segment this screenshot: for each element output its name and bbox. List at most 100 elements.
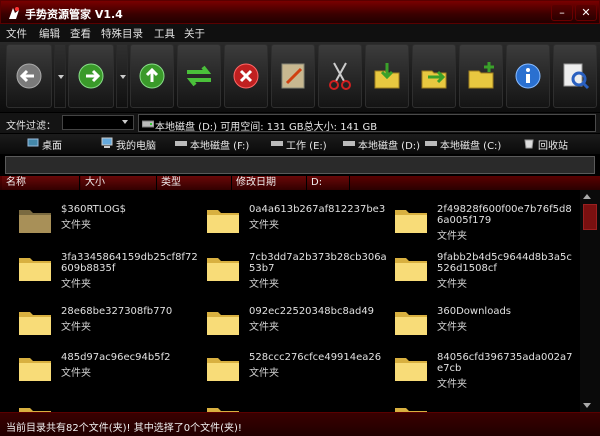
drive-icon (425, 141, 437, 146)
window-title: 手势资源管家 V1.4 (25, 8, 123, 21)
column-type[interactable]: 类型 (157, 176, 232, 190)
list-item[interactable] (206, 398, 386, 412)
forward-arrow-icon (78, 63, 104, 89)
column-modified-date[interactable]: 修改日期 (232, 176, 307, 190)
list-item[interactable] (394, 398, 574, 412)
up-button[interactable] (130, 44, 174, 108)
location-drive-d[interactable]: 本地磁盘 (D:) (343, 137, 420, 152)
location-drive-c[interactable]: 本地磁盘 (C:) (425, 137, 502, 152)
drive-icon (271, 141, 283, 146)
location-recycle-bin[interactable]: 回收站 (524, 137, 568, 152)
list-item[interactable]: 360Downloads 文件夹 (394, 302, 574, 346)
file-name: 84056cfd396735ada002a7e7cb (437, 352, 573, 374)
list-item[interactable]: 528ccc276cfce49914ea26 文件夹 (206, 348, 386, 392)
list-item[interactable] (18, 398, 198, 412)
file-type: 文件夹 (249, 368, 279, 379)
delete-icon (233, 63, 259, 89)
move-to-folder-icon (421, 70, 447, 89)
cut-button[interactable] (318, 44, 362, 108)
list-item[interactable]: 2f49828f600f00e7b76f5d86a005f179 文件夹 (394, 200, 574, 244)
delete-button[interactable] (224, 44, 268, 108)
info-button[interactable] (506, 44, 550, 108)
folder-icon (207, 312, 239, 335)
file-name: $360RTLOG$ (61, 204, 126, 215)
location-label: 工作 (E:) (286, 141, 327, 152)
menu-view[interactable]: 查看 (70, 26, 91, 41)
list-item[interactable]: 0a4a613b267af812237be3 文件夹 (206, 200, 386, 244)
file-name: 3fa3345864159db25cf8f72609b8835f (61, 252, 198, 274)
file-type: 文件夹 (437, 231, 467, 242)
move-to-button[interactable] (412, 44, 456, 108)
filter-dropdown-arrow-icon[interactable] (122, 120, 128, 124)
file-type: 文件夹 (61, 220, 91, 231)
menu-about[interactable]: 关于 (184, 26, 205, 41)
location-label: 本地磁盘 (C:) (440, 141, 502, 152)
folder-icon (395, 258, 427, 281)
list-item[interactable]: 84056cfd396735ada002a7e7cb 文件夹 (394, 348, 574, 392)
column-size[interactable]: 大小 (81, 176, 157, 190)
minimize-button[interactable]: – (551, 4, 573, 21)
scroll-up-icon[interactable] (583, 194, 591, 199)
file-name: 528ccc276cfce49914ea26 (249, 352, 382, 363)
address-bar[interactable] (5, 156, 595, 174)
list-item[interactable]: 28e68be327308fb770 文件夹 (18, 302, 198, 346)
folder-icon (19, 258, 51, 281)
vertical-scrollbar[interactable] (580, 190, 600, 412)
rename-button[interactable] (271, 44, 315, 108)
computer-icon (101, 137, 113, 148)
drive-icon (142, 120, 154, 128)
file-name: 2f49828f600f00e7b76f5d86a005f179 (437, 204, 572, 226)
column-drive[interactable]: D: (307, 176, 350, 190)
menu-bar: 文件 编辑 查看 特殊目录 工具 关于 (0, 24, 600, 42)
drive-info-box: 本地磁盘 (D:) 可用空间: 131 GB总大小: 141 GB (138, 114, 596, 133)
menu-edit[interactable]: 编辑 (39, 26, 60, 41)
list-item[interactable]: 7cb3dd7a2b373b28cb306a53b7 文件夹 (206, 248, 387, 292)
rename-icon (281, 63, 305, 89)
quick-locations-bar: 桌面 我的电脑 本地磁盘 (F:) 工作 (E:) 本地磁盘 (D:) 本地磁盘… (0, 134, 600, 154)
file-name: 360Downloads (437, 306, 512, 317)
scroll-thumb[interactable] (583, 204, 597, 230)
folder-icon (207, 210, 239, 233)
forward-history-dropdown[interactable] (116, 44, 128, 108)
refresh-button[interactable] (177, 44, 221, 108)
search-button[interactable] (553, 44, 597, 108)
location-drive-e[interactable]: 工作 (E:) (271, 137, 327, 152)
new-folder-button[interactable] (459, 44, 503, 108)
location-desktop[interactable]: 桌面 (27, 137, 62, 152)
back-history-dropdown[interactable] (54, 44, 66, 108)
location-my-computer[interactable]: 我的电脑 (101, 137, 156, 152)
menu-special-dirs[interactable]: 特殊目录 (101, 26, 143, 41)
close-button[interactable]: ✕ (575, 4, 597, 21)
list-item[interactable]: 3fa3345864159db25cf8f72609b8835f 文件夹 (18, 248, 198, 292)
recycle-bin-icon (524, 139, 534, 149)
scroll-down-icon[interactable] (583, 403, 591, 408)
list-item[interactable]: $360RTLOG$ 文件夹 (18, 200, 198, 244)
location-drive-f[interactable]: 本地磁盘 (F:) (175, 137, 250, 152)
up-arrow-icon (139, 63, 165, 89)
back-button[interactable] (6, 44, 52, 108)
location-label: 本地磁盘 (F:) (190, 141, 250, 152)
list-item[interactable]: 485d97ac96ec94b5f2 文件夹 (18, 348, 198, 392)
column-name[interactable]: 名称 (2, 176, 80, 190)
filter-label: 文件过滤： (6, 121, 56, 132)
forward-button[interactable] (68, 44, 114, 108)
file-type: 文件夹 (437, 322, 467, 333)
file-type: 文件夹 (61, 279, 91, 290)
menu-tools[interactable]: 工具 (154, 26, 175, 41)
folder-icon (207, 258, 239, 281)
copy-to-button[interactable] (365, 44, 409, 108)
drive-info-text: 本地磁盘 (D:) 可用空间: 131 GB总大小: 141 GB (155, 122, 378, 133)
list-item[interactable]: 092ec22520348bc8ad49 文件夹 (206, 302, 386, 346)
menu-file[interactable]: 文件 (6, 26, 27, 41)
file-name: 0a4a613b267af812237be3 (249, 204, 386, 215)
folder-icon (19, 408, 51, 412)
folder-icon (207, 408, 239, 412)
file-type: 文件夹 (249, 279, 279, 290)
file-type: 文件夹 (437, 379, 467, 390)
file-list: $360RTLOG$ 文件夹 0a4a613b267af812237be3 文件… (0, 190, 580, 412)
title-bar: 手势资源管家 V1.4 – ✕ (0, 0, 600, 24)
toolbar (0, 42, 600, 112)
status-bar: 当前目录共有82个文件(夹)! 其中选择了0个文件(夹)! (0, 412, 600, 436)
folder-icon (19, 312, 51, 335)
list-item[interactable]: 9fabb2b4d5c9644d8b3a5c526d1508cf 文件夹 (394, 248, 574, 292)
